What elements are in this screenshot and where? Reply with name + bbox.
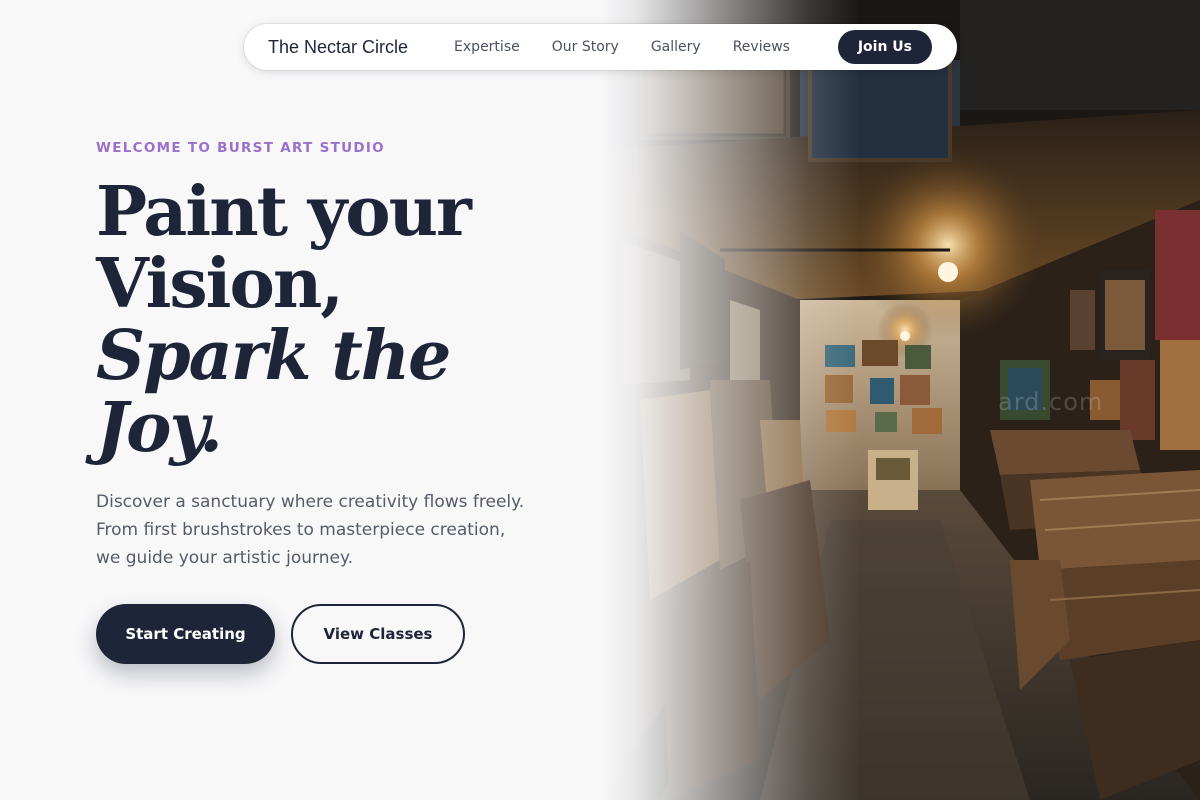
headline-line-3: Spark the xyxy=(96,316,451,396)
nav-link-our-story[interactable]: Our Story xyxy=(552,39,619,55)
art-studio-photo xyxy=(600,0,1200,800)
headline-line-2: Vision, xyxy=(96,244,344,324)
headline-line-4: Joy. xyxy=(96,388,223,468)
view-classes-button[interactable]: View Classes xyxy=(291,604,465,664)
nav-link-expertise[interactable]: Expertise xyxy=(454,39,520,55)
nav-link-gallery[interactable]: Gallery xyxy=(651,39,701,55)
nav-link-reviews[interactable]: Reviews xyxy=(733,39,790,55)
join-us-button[interactable]: Join Us xyxy=(837,30,932,64)
start-creating-button[interactable]: Start Creating xyxy=(96,604,275,664)
top-navigation: The Nectar Circle Expertise Our Story Ga… xyxy=(244,24,957,70)
image-watermark: ard.com xyxy=(998,388,1104,416)
brand-logo[interactable]: The Nectar Circle xyxy=(268,37,408,58)
headline-line-1: Paint your xyxy=(96,172,472,252)
hero-description: Discover a sanctuary where creativity fl… xyxy=(96,492,525,568)
hero-headline: Paint your Vision, Spark the Joy. xyxy=(96,176,576,464)
hero-eyebrow: WELCOME TO BURST ART STUDIO xyxy=(96,140,385,156)
hero-image: ard.com xyxy=(600,0,1200,800)
